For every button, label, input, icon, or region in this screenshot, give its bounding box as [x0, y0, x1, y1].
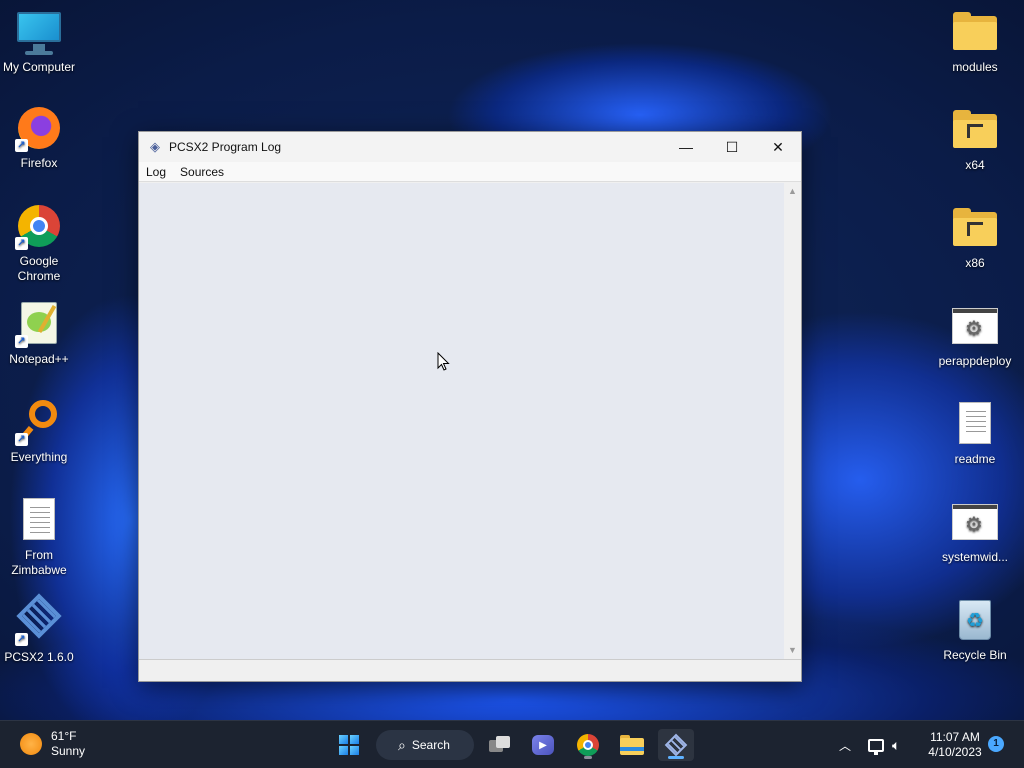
desktop-icon-pcsx2[interactable]: ↗ PCSX2 1.6.0	[0, 593, 78, 665]
maximize-button[interactable]: ☐	[709, 132, 755, 162]
everything-search-icon: ↗	[15, 398, 63, 446]
firefox-icon: ↗	[15, 104, 63, 152]
close-icon: ✕	[772, 138, 784, 155]
pcsx2-icon: ◈	[150, 139, 160, 154]
pcsx2-icon	[664, 733, 688, 757]
start-button[interactable]	[331, 729, 367, 761]
desktop-icon-from-zimbabwe[interactable]: From Zimbabwe	[0, 496, 78, 578]
task-view-icon	[489, 736, 511, 754]
teams-chat-button[interactable]: ▶	[525, 729, 561, 761]
weather-temperature: 61°F	[51, 729, 77, 743]
recycle-bin-icon: ♻	[951, 596, 999, 644]
weather-condition: Sunny	[51, 744, 86, 758]
settings-file-icon: ⚙	[951, 498, 999, 546]
scroll-down-arrow-icon[interactable]: ▼	[784, 642, 801, 659]
pcsx2-icon: ↗	[15, 593, 63, 646]
desktop-icon-label: Notepad++	[9, 352, 69, 366]
close-button[interactable]: ✕	[755, 132, 801, 162]
notepadpp-icon: ↗	[15, 300, 63, 348]
menu-log[interactable]: Log	[139, 162, 173, 182]
desktop-icon-label: modules	[952, 60, 998, 74]
monitor-icon	[15, 8, 63, 56]
program-log-window[interactable]: ◈ PCSX2 Program Log — ☐ ✕ Log Sources ▲ …	[138, 131, 802, 682]
search-label: Search	[411, 738, 450, 752]
running-indicator	[668, 756, 684, 759]
desktop-icon-label: Everything	[10, 450, 68, 464]
desktop-icon-x86[interactable]: x86	[936, 204, 1014, 271]
settings-file-icon: ⚙	[951, 302, 999, 350]
desktop-icon-label: Firefox	[20, 156, 58, 170]
text-file-icon	[15, 496, 63, 544]
desktop-icon-modules[interactable]: modules	[936, 8, 1014, 75]
minimize-button[interactable]: —	[663, 132, 709, 162]
shortcut-arrow-icon: ↗	[15, 633, 28, 646]
chrome-icon: ↗	[15, 202, 63, 250]
windows-logo-icon	[339, 735, 359, 755]
shortcut-arrow-icon: ↗	[15, 335, 28, 348]
status-bar	[139, 659, 801, 681]
vertical-scrollbar[interactable]: ▲ ▼	[784, 183, 801, 659]
video-chat-icon: ▶	[532, 735, 554, 755]
running-indicator	[584, 756, 592, 759]
folder-icon	[951, 106, 999, 154]
scroll-up-arrow-icon[interactable]: ▲	[784, 183, 801, 200]
maximize-icon: ☐	[725, 138, 739, 155]
desktop-icon-label: x86	[965, 256, 985, 270]
desktop-icon-label: My Computer	[2, 60, 76, 74]
taskbar-search[interactable]: ⌕ Search	[376, 730, 474, 760]
taskbar: 61°F Sunny ⌕ Search ▶ ︿ 🔈︎ 11:07 AM 4/10…	[0, 720, 1024, 768]
desktop-icon-label: PCSX2 1.6.0	[4, 650, 74, 664]
chrome-icon	[577, 734, 599, 756]
search-icon: ⌕	[398, 736, 406, 753]
folder-icon	[951, 204, 999, 252]
system-tray: ︿ 🔈︎	[836, 721, 900, 768]
desktop-icon-label: readme	[954, 452, 996, 466]
desktop-icon-label: Recycle Bin	[943, 648, 1007, 662]
menu-bar: Log Sources	[139, 162, 801, 182]
desktop-icon-label: systemwid...	[941, 550, 1008, 564]
file-explorer-button[interactable]	[614, 729, 650, 761]
sun-icon	[20, 733, 42, 755]
menu-sources[interactable]: Sources	[173, 162, 231, 182]
folder-icon	[951, 8, 999, 56]
desktop-icon-x64[interactable]: x64	[936, 106, 1014, 173]
desktop-icon-chrome[interactable]: ↗ Google Chrome	[0, 202, 78, 284]
window-titlebar[interactable]: ◈ PCSX2 Program Log — ☐ ✕	[139, 132, 801, 162]
window-title: PCSX2 Program Log	[169, 140, 282, 154]
desktop-icon-my-computer[interactable]: My Computer	[0, 8, 78, 75]
shortcut-arrow-icon: ↗	[15, 237, 28, 250]
volume-icon[interactable]: 🔈︎	[892, 737, 900, 754]
desktop-icon-label: perappdeploy	[938, 354, 1012, 368]
desktop-icon-firefox[interactable]: ↗ Firefox	[0, 104, 78, 171]
task-view-button[interactable]	[482, 729, 518, 761]
desktop-icon-label: x64	[965, 158, 985, 172]
clock-time: 11:07 AM	[930, 730, 980, 744]
shortcut-arrow-icon: ↗	[15, 139, 28, 152]
taskbar-pcsx2-button[interactable]	[658, 729, 694, 761]
shortcut-arrow-icon: ↗	[15, 433, 28, 446]
network-icon[interactable]	[868, 738, 884, 755]
log-text-area[interactable]	[139, 183, 784, 659]
folder-icon	[620, 735, 644, 755]
notification-badge[interactable]: 1	[988, 736, 1004, 752]
mouse-cursor-icon	[437, 352, 450, 371]
clock-date: 4/10/2023	[928, 745, 982, 759]
desktop-icon-recycle-bin[interactable]: ♻ Recycle Bin	[936, 596, 1014, 663]
chevron-up-icon[interactable]: ︿	[836, 737, 854, 754]
desktop-icon-notepadpp[interactable]: ↗ Notepad++	[0, 300, 78, 367]
weather-widget[interactable]: 61°F Sunny	[20, 729, 85, 759]
desktop-icon-readme[interactable]: readme	[936, 400, 1014, 467]
text-file-icon	[951, 400, 999, 448]
minimize-icon: —	[679, 139, 693, 155]
desktop-icon-label: Google Chrome	[17, 254, 61, 283]
desktop-icon-perappdeploy[interactable]: ⚙ perappdeploy	[936, 302, 1014, 369]
desktop-icon-systemwide[interactable]: ⚙ systemwid...	[936, 498, 1014, 565]
desktop-icon-label: From Zimbabwe	[11, 548, 67, 577]
taskbar-clock[interactable]: 11:07 AM 4/10/2023	[920, 730, 990, 760]
desktop-icon-everything[interactable]: ↗ Everything	[0, 398, 78, 465]
taskbar-chrome-button[interactable]	[570, 729, 606, 761]
